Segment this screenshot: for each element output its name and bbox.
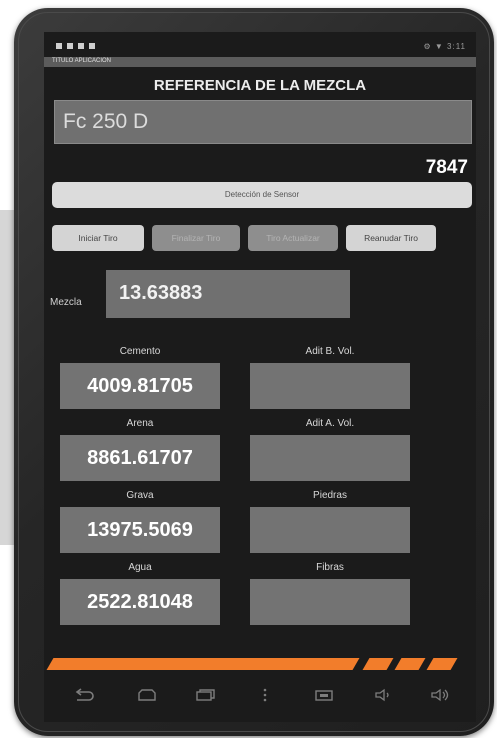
aditivo-b-label: Adit B. Vol. xyxy=(305,346,355,357)
cemento-field[interactable]: 4009.81705 xyxy=(60,363,220,409)
cemento-label: Cemento xyxy=(119,346,161,357)
arena-field[interactable]: 8861.61707 xyxy=(60,435,220,481)
aditivo-a-field[interactable] xyxy=(250,435,410,481)
accent-bar xyxy=(44,654,476,672)
accent-stripe xyxy=(362,658,394,670)
screenshot-icon[interactable] xyxy=(314,688,334,704)
finish-shot-button[interactable]: Finalizar Tiro xyxy=(152,225,240,251)
start-shot-button[interactable]: Iniciar Tiro xyxy=(52,225,144,251)
arena-label: Arena xyxy=(126,418,154,429)
menu-icon[interactable] xyxy=(262,688,268,704)
arena-value: 8861.61707 xyxy=(87,447,193,469)
mix-reference-field[interactable]: Fc 250 D xyxy=(54,100,472,144)
tablet-screen: ⚙ ▼ 3:11 TITULO APLICACION REFERENCIA DE… xyxy=(44,32,476,722)
mix-reference-value: Fc 250 D xyxy=(63,110,149,133)
fibras-label: Fibras xyxy=(316,562,344,573)
agua-label: Agua xyxy=(128,562,152,573)
mezcla-value: 13.63883 xyxy=(119,282,203,304)
sensor-detection-button[interactable]: Detección de Sensor xyxy=(52,182,472,208)
home-icon[interactable] xyxy=(136,688,158,704)
volume-down-icon[interactable] xyxy=(374,688,392,704)
status-bar: ⚙ ▼ 3:11 xyxy=(44,40,476,56)
accent-bar-main xyxy=(46,658,360,670)
signal-icon xyxy=(56,43,95,49)
agua-field[interactable]: 2522.81048 xyxy=(60,579,220,625)
piedras-field[interactable] xyxy=(250,507,410,553)
resume-shot-button[interactable]: Reanudar Tiro xyxy=(346,225,436,251)
aditivo-a-label: Adit A. Vol. xyxy=(305,418,355,429)
grava-label: Grava xyxy=(126,490,154,501)
fibras-field[interactable] xyxy=(250,579,410,625)
cemento-value: 4009.81705 xyxy=(87,375,193,397)
volume-up-icon[interactable] xyxy=(430,688,450,704)
grava-field[interactable]: 13975.5069 xyxy=(60,507,220,553)
sample-number: 7847 xyxy=(425,157,468,178)
back-icon[interactable] xyxy=(74,688,94,704)
app-header-label: TITULO APLICACION xyxy=(52,58,112,64)
recent-apps-icon[interactable] xyxy=(194,688,216,704)
mezcla-label: Mezcla xyxy=(50,297,82,308)
page-title: REFERENCIA DE LA MEZCLA xyxy=(153,77,367,94)
piedras-label: Piedras xyxy=(313,490,347,501)
status-info: ⚙ ▼ 3:11 xyxy=(423,42,466,51)
accent-stripe xyxy=(394,658,426,670)
app-header: TITULO APLICACION xyxy=(44,57,476,67)
navigation-bar xyxy=(44,676,476,716)
mezcla-field[interactable]: 13.63883 xyxy=(106,270,350,318)
aditivo-b-field[interactable] xyxy=(250,363,410,409)
update-shot-button[interactable]: Tiro Actualizar xyxy=(248,225,338,251)
action-button-row: Iniciar Tiro Finalizar Tiro Tiro Actuali… xyxy=(52,225,472,251)
grava-value: 13975.5069 xyxy=(87,519,193,541)
agua-value: 2522.81048 xyxy=(87,591,193,613)
accent-stripe xyxy=(426,658,458,670)
